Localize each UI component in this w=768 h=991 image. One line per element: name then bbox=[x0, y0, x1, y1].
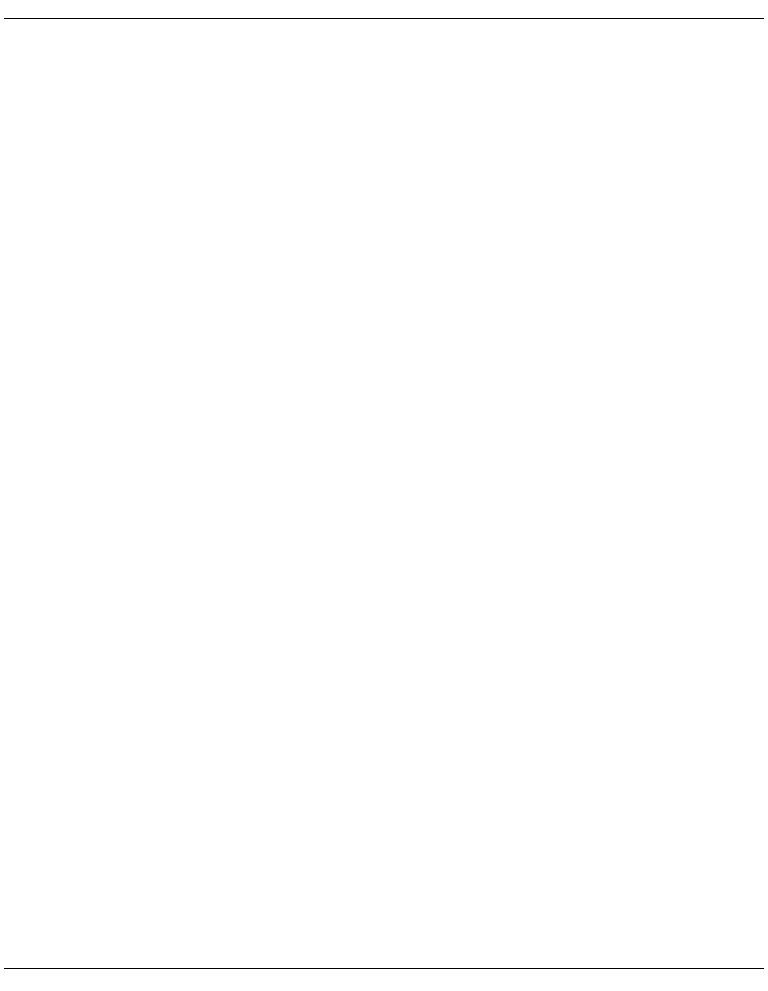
document-header bbox=[4, 2, 764, 19]
report-page bbox=[0, 0, 768, 991]
document-footer bbox=[4, 968, 764, 988]
